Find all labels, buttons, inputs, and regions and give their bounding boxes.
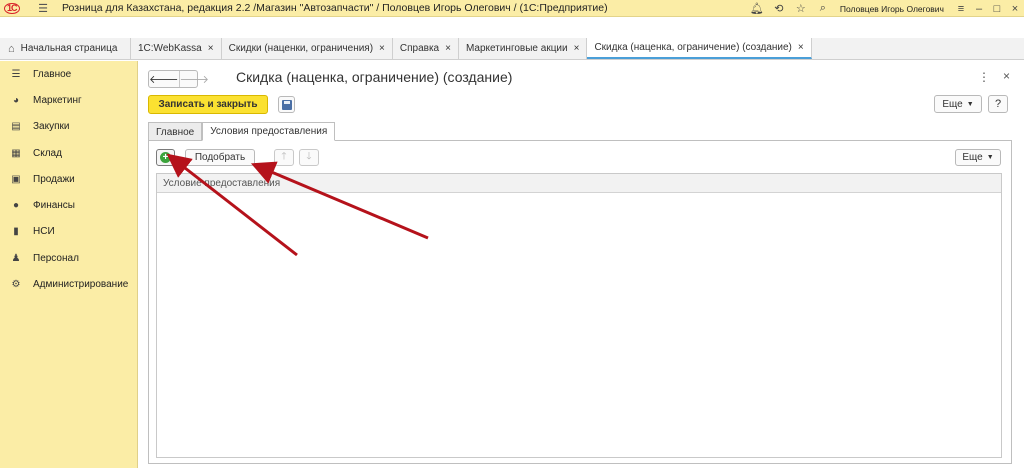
arrow-up-icon: 🡑	[281, 151, 287, 162]
floppy-icon	[281, 99, 292, 110]
cart-icon: ▣	[11, 173, 21, 185]
warehouse-icon: ▦	[11, 147, 21, 159]
more-actions-icon[interactable]: ⋮	[978, 70, 990, 84]
caret-down-icon: ▼	[986, 154, 994, 161]
form-title: Скидка (наценка, ограничение) (создание)	[236, 69, 513, 85]
conditions-table[interactable]: Условие предоставления	[156, 173, 1002, 458]
form-tabs: Главное Условия предоставления	[148, 122, 336, 141]
pie-chart-icon: ◕	[12, 94, 20, 106]
add-button[interactable]: +	[156, 149, 175, 166]
history-nav: 🡐 🡒	[148, 70, 209, 88]
coin-icon: ●	[12, 200, 20, 212]
arrow-down-icon: 🡓	[306, 151, 312, 162]
window-title: Розница для Казахстана, редакция 2.2 /Ма…	[62, 2, 608, 14]
close-window-icon[interactable]: ×	[1006, 0, 1024, 17]
home-icon: ⌂	[8, 42, 15, 55]
tab-discounts[interactable]: Скидки (наценки, ограничения) ×	[222, 38, 393, 59]
close-tab-icon[interactable]: ×	[798, 42, 804, 53]
sidebar-item-marketing[interactable]: ◕ Маркетинг	[0, 87, 137, 113]
forward-arrow-icon[interactable]: 🡒	[178, 71, 209, 87]
bell-icon[interactable]: 🔔︎	[750, 2, 764, 16]
tab-webkassa[interactable]: 1C:WebKassa ×	[131, 38, 222, 59]
back-arrow-icon[interactable]: 🡐	[149, 71, 179, 87]
gear-icon: ⚙	[11, 279, 21, 291]
person-icon: ♟	[11, 252, 21, 264]
main-menu-icon[interactable]: ☰	[36, 1, 50, 15]
sidebar-item-administration[interactable]: ⚙ Администрирование	[0, 271, 137, 297]
sidebar-item-purchases[interactable]: ▤ Закупки	[0, 114, 137, 140]
grid-more-button[interactable]: Еще ▼	[955, 149, 1001, 166]
menu-lines-icon: ☰	[11, 68, 21, 80]
history-icon[interactable]: ⟲	[772, 2, 786, 16]
plus-icon: +	[160, 152, 171, 163]
purchases-icon: ▤	[11, 121, 21, 133]
close-tab-icon[interactable]: ×	[379, 43, 385, 54]
move-down-button[interactable]: 🡓	[299, 149, 319, 166]
save-button[interactable]	[278, 96, 295, 113]
save-and-close-button[interactable]: Записать и закрыть	[148, 95, 268, 114]
tab-home[interactable]: ⌂ Начальная страница	[0, 38, 131, 59]
sidebar-item-nsi[interactable]: ▮ НСИ	[0, 219, 137, 245]
column-header-condition[interactable]: Условие предоставления	[157, 174, 1001, 193]
tab-marketing-promos[interactable]: Маркетинговые акции ×	[459, 38, 588, 59]
title-bar: 1С ☰ Розница для Казахстана, редакция 2.…	[0, 0, 1024, 17]
close-form-icon[interactable]: ×	[1003, 69, 1010, 83]
open-windows-tabs: ⌂ Начальная страница 1C:WebKassa × Скидк…	[0, 38, 1024, 60]
book-icon: ▮	[13, 226, 19, 238]
caret-down-icon: ▼	[966, 100, 974, 108]
sidebar-item-sales[interactable]: ▣ Продажи	[0, 166, 137, 192]
form-area: 🡐 🡒 Скидка (наценка, ограничение) (созда…	[139, 61, 1024, 468]
tab-discount-create[interactable]: Скидка (наценка, ограничение) (создание)…	[587, 38, 812, 59]
conditions-panel: + Подобрать 🡑 🡓 Еще ▼ Условие предоставл…	[148, 140, 1012, 464]
current-user[interactable]: Половцев Игорь Олегович	[840, 4, 944, 14]
close-tab-icon[interactable]: ×	[445, 43, 451, 54]
tab-help[interactable]: Справка ×	[393, 38, 459, 59]
star-icon[interactable]: ☆	[794, 2, 808, 16]
tab-conditions[interactable]: Условия предоставления	[202, 122, 336, 141]
more-button[interactable]: Еще ▼	[934, 95, 982, 113]
sidebar-item-warehouse[interactable]: ▦ Склад	[0, 140, 137, 166]
sidebar-item-personnel[interactable]: ♟ Персонал	[0, 245, 137, 271]
minimize-icon[interactable]: –	[970, 0, 988, 17]
close-tab-icon[interactable]: ×	[574, 43, 580, 54]
settings-icon[interactable]: ≡	[952, 0, 970, 17]
app-logo[interactable]: 1С	[4, 2, 30, 15]
maximize-icon[interactable]: □	[988, 0, 1006, 17]
close-tab-icon[interactable]: ×	[208, 43, 214, 54]
search-icon[interactable]: ⌕	[816, 2, 830, 16]
pick-button[interactable]: Подобрать	[185, 149, 255, 166]
sidebar-item-main[interactable]: ☰ Главное	[0, 61, 137, 87]
sidebar-item-finance[interactable]: ● Финансы	[0, 192, 137, 218]
tab-main[interactable]: Главное	[148, 122, 203, 141]
help-button[interactable]: ?	[988, 95, 1008, 113]
move-up-button[interactable]: 🡑	[274, 149, 294, 166]
sections-sidebar: ☰ Главное ◕ Маркетинг ▤ Закупки ▦ Склад …	[0, 61, 138, 468]
